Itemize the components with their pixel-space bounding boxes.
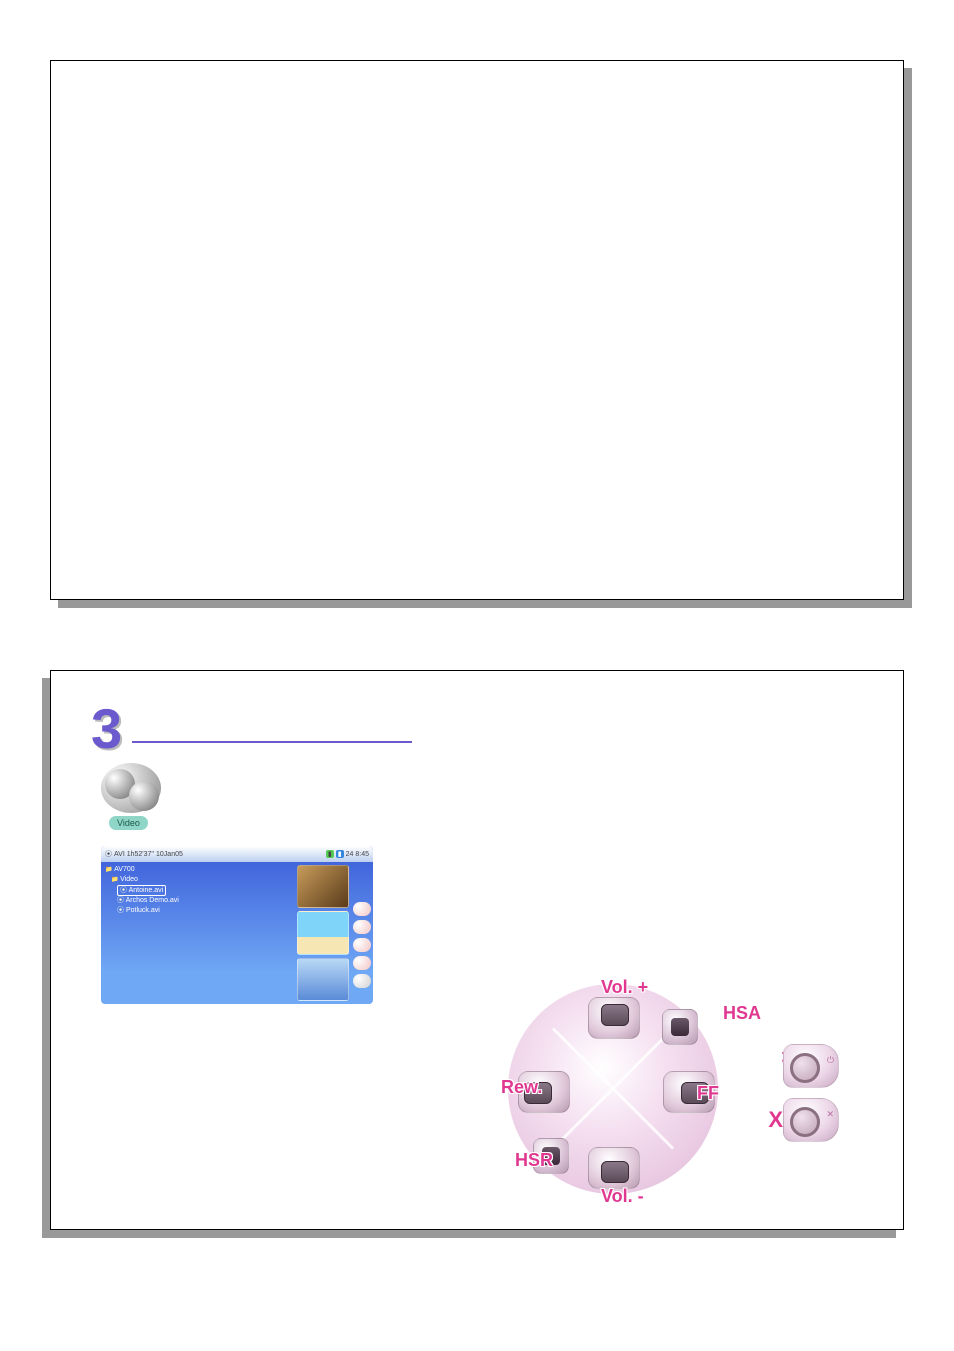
thumbnail [297, 958, 349, 1001]
folder-row: Video [105, 875, 291, 885]
play-power-button[interactable]: ⏻ [783, 1044, 839, 1088]
section-rule [132, 741, 412, 743]
topbar-right-text: 24 8:45 [346, 851, 369, 858]
thumbnail [297, 911, 349, 954]
dpad-left-button[interactable] [518, 1071, 570, 1113]
dpad-corner-bl-button[interactable] [533, 1138, 569, 1174]
dpad-up-button[interactable] [588, 997, 640, 1039]
video-icon-label: Video [109, 816, 148, 830]
side-icon [353, 902, 371, 916]
top-frame [50, 60, 904, 600]
topbar-left-text: AVI 1h52'37'' 10Jan05 [114, 851, 183, 858]
file-list: AV700 Video Antoine.avi Archos Demo.avi … [101, 862, 295, 1004]
dpad-right-button[interactable] [663, 1071, 715, 1113]
label-hsa: HSA [723, 1003, 761, 1024]
label-stop: X [768, 1107, 783, 1133]
screenshot-side-icons [351, 862, 373, 1004]
hdd-icon: ▮ [336, 850, 344, 858]
file-row-selected: Antoine.avi [117, 885, 166, 897]
side-icon [353, 920, 371, 934]
side-icon [353, 974, 371, 988]
side-icon [353, 956, 371, 970]
file-row: Archos Demo.avi [105, 896, 291, 906]
screenshot-topbar: ⦿ AVI 1h52'37'' 10Jan05 ▮ ▮ 24 8:45 [101, 846, 373, 862]
thumbnail-strip [295, 862, 351, 1004]
film-reel-icon [101, 763, 161, 813]
dpad-corner-tr-button[interactable] [662, 1009, 698, 1045]
power-icon: ⏻ [827, 1055, 834, 1066]
section-header: 3 [81, 691, 873, 757]
dpad-down-button[interactable] [588, 1147, 640, 1189]
thumbnail [297, 865, 349, 908]
folder-row: AV700 [105, 865, 291, 875]
bottom-frame: 3 Video ⦿ AVI 1h52'37'' 10Jan05 ▮ ▮ 24 8… [50, 670, 904, 1230]
file-row: Potluck.avi [105, 906, 291, 916]
section-number: 3 [91, 701, 122, 757]
device-screenshot: ⦿ AVI 1h52'37'' 10Jan05 ▮ ▮ 24 8:45 AV70… [101, 846, 373, 1004]
battery-icon: ▮ [326, 850, 334, 858]
side-icon [353, 938, 371, 952]
stop-escape-button[interactable]: ✕ [783, 1098, 839, 1142]
escape-icon: ✕ [826, 1109, 834, 1120]
controller-diagram: Vol. + Vol. - Rew. FF HSA HSR >I X ⏻ ✕ [503, 979, 843, 1199]
side-buttons: ⏻ ✕ [783, 1044, 843, 1152]
media-type-icon: ⦿ [105, 849, 112, 859]
dpad: Vol. + Vol. - Rew. FF HSA HSR >I X [503, 979, 723, 1199]
